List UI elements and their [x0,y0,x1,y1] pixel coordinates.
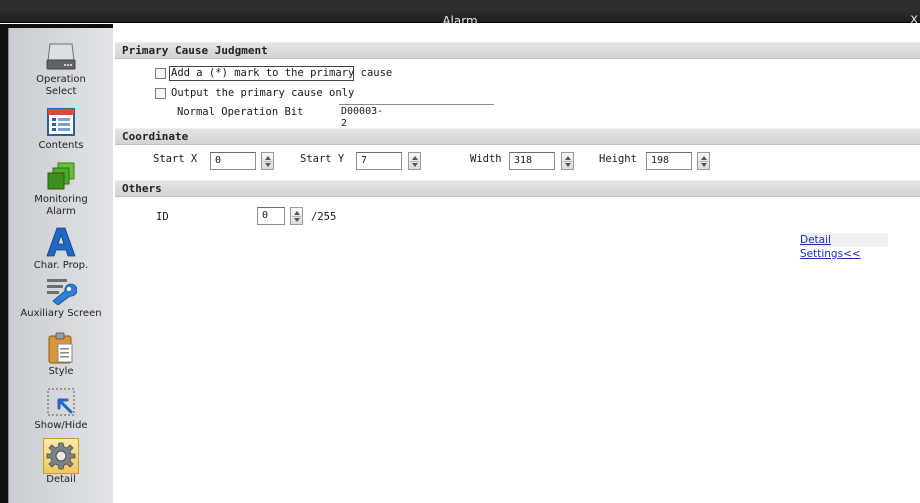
spin-down-icon [412,163,418,167]
id-label: ID [156,211,169,223]
gear-icon [43,438,79,474]
sidebar-item-label: Auxiliary Screen [20,308,102,319]
normal-operation-bit-divider [339,104,494,105]
start-x-input[interactable]: 0 [210,152,256,170]
sidebar-item-detail[interactable]: Detail [9,438,113,486]
id-max-label: /255 [311,211,337,223]
sidebar-item-monitoring-alarm[interactable]: Monitoring Alarm [9,158,113,218]
spin-down-icon [265,163,271,167]
width-input[interactable]: 318 [509,152,555,170]
spin-down-icon [565,163,571,167]
id-spinner[interactable] [290,207,303,225]
output-only-checkbox[interactable] [155,88,166,99]
sidebar-item-label: Detail [46,474,76,485]
height-input[interactable]: 198 [646,152,692,170]
start-y-input[interactable]: 7 [356,152,402,170]
sidebar-panel: Operation Select Contents Monitoring Ala… [8,28,113,503]
title-bar: Alarm x [0,0,920,27]
start-x-spinner[interactable] [261,152,274,170]
sidebar-item-label: Style [48,366,74,377]
spin-divider [699,161,708,162]
start-y-label: Start Y [300,153,345,165]
start-x-label: Start X [153,153,198,165]
spin-divider [263,161,272,162]
height-spinner[interactable] [697,152,710,170]
list-document-icon [43,104,79,140]
normal-operation-bit-label: Normal Operation Bit [177,106,304,118]
spin-up-icon [701,156,707,160]
sidebar-item-label: Char. Prop. [33,260,89,271]
section-header-primary-cause: Primary Cause Judgment [115,42,920,59]
cursor-dotted-icon [43,384,79,420]
detail-panel: Primary Cause Judgment Add a (*) mark to… [113,24,920,503]
spin-down-icon [294,218,300,222]
spin-divider [410,161,419,162]
sidebar-item-char-prop[interactable]: Char. Prop. [9,224,113,272]
section-header-others: Others [115,180,920,197]
start-y-spinner[interactable] [408,152,421,170]
width-spinner[interactable] [561,152,574,170]
id-input[interactable]: 0 [257,207,285,225]
sidebar-item-auxiliary-screen[interactable]: Auxiliary Screen [9,272,113,320]
letter-a-icon [43,224,79,260]
spin-up-icon [265,156,271,160]
stacked-squares-icon [43,158,79,194]
sidebar-item-contents[interactable]: Contents [9,104,113,152]
add-mark-label[interactable]: Add a (*) mark to the primary cause [171,67,392,80]
width-label: Width [470,153,502,165]
spin-divider [563,161,572,162]
spin-divider [292,216,301,217]
sidebar-item-label: Show/Hide [34,420,88,431]
height-label: Height [599,153,637,165]
sidebar-item-label: Alarm [46,206,76,217]
sidebar-item-show-hide[interactable]: Show/Hide [9,384,113,432]
detail-settings-link[interactable]: Detail Settings<< [800,233,888,260]
sidebar-item-label: Select [45,86,77,97]
sidebar-item-style[interactable]: Style [9,330,113,378]
add-mark-checkbox[interactable] [155,68,166,79]
section-header-coordinate: Coordinate [115,128,920,145]
title-bar-top-strip [0,0,920,10]
output-only-label[interactable]: Output the primary cause only [171,87,354,100]
spin-up-icon [565,156,571,160]
spin-down-icon [701,163,707,167]
sidebar-item-label: Operation [36,74,86,85]
clipboard-icon [43,330,79,366]
spin-up-icon [294,211,300,215]
sidebar-item-label: Monitoring [34,194,88,205]
wrench-lines-icon [43,272,79,308]
spin-up-icon [412,156,418,160]
drive-icon [43,38,79,74]
sidebar: Operation Select Contents Monitoring Ala… [0,24,113,503]
sidebar-item-operation-select[interactable]: Operation Select [9,38,113,98]
sidebar-item-label: Contents [38,140,84,151]
